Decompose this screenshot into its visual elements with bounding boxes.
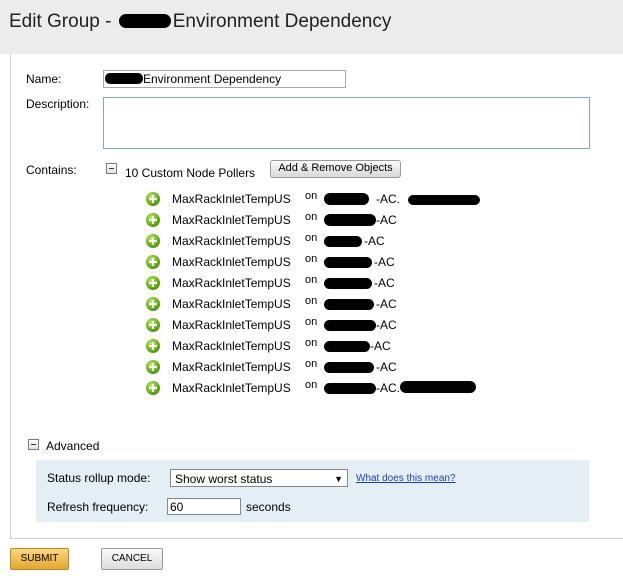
poller-node: -AC. bbox=[376, 192, 400, 206]
submit-button[interactable]: SUBMIT bbox=[10, 548, 69, 570]
page-title: Edit Group - Environment Dependency bbox=[9, 11, 391, 33]
redaction-mark bbox=[324, 236, 362, 247]
refresh-unit-label: seconds bbox=[246, 500, 291, 514]
status-rollup-value: Show worst status bbox=[175, 472, 273, 486]
advanced-collapse-icon[interactable] bbox=[28, 439, 39, 450]
poller-node: -AC bbox=[374, 255, 395, 269]
custom-node-poller-icon bbox=[146, 234, 160, 248]
refresh-frequency-input[interactable]: 60 bbox=[167, 498, 241, 515]
poller-name: MaxRackInletTempUS bbox=[172, 318, 291, 332]
contains-collapse-icon[interactable] bbox=[106, 163, 117, 174]
name-label: Name: bbox=[26, 72, 62, 86]
poller-name: MaxRackInletTempUS bbox=[172, 339, 291, 353]
redaction-mark bbox=[118, 13, 171, 28]
redaction-mark bbox=[324, 193, 369, 205]
contains-summary: 10 Custom Node Pollers bbox=[125, 166, 256, 180]
poller-name: MaxRackInletTempUS bbox=[172, 360, 291, 374]
redaction-mark bbox=[324, 214, 376, 226]
refresh-frequency-label: Refresh frequency: bbox=[47, 500, 149, 514]
custom-node-poller-icon bbox=[146, 381, 160, 395]
poller-on-label: on bbox=[305, 295, 318, 307]
description-textarea[interactable] bbox=[103, 97, 590, 149]
name-input[interactable]: Environment Dependency bbox=[103, 70, 346, 88]
status-rollup-select[interactable]: Show worst status ▼ bbox=[170, 469, 348, 487]
poller-node: -AC bbox=[376, 318, 397, 332]
poller-name: MaxRackInletTempUS bbox=[172, 255, 291, 269]
poller-name: MaxRackInletTempUS bbox=[172, 276, 291, 290]
custom-node-poller-icon bbox=[146, 318, 160, 332]
status-rollup-label: Status rollup mode: bbox=[47, 471, 151, 485]
poller-name: MaxRackInletTempUS bbox=[172, 234, 291, 248]
redaction-mark bbox=[408, 195, 480, 205]
custom-node-poller-icon bbox=[146, 339, 160, 353]
poller-node: -AC bbox=[376, 213, 397, 227]
page-title-prefix: Edit Group - bbox=[9, 11, 117, 32]
custom-node-poller-icon bbox=[146, 255, 160, 269]
redaction-mark bbox=[105, 73, 143, 85]
page-header: Edit Group - Environment Dependency bbox=[0, 0, 623, 54]
poller-node: -AC bbox=[370, 339, 391, 353]
poller-on-label: on bbox=[305, 253, 318, 265]
redaction-mark bbox=[324, 383, 376, 394]
description-label: Description: bbox=[26, 97, 90, 111]
poller-on-label: on bbox=[305, 358, 318, 370]
poller-on-label: on bbox=[305, 274, 318, 286]
poller-on-label: on bbox=[305, 316, 318, 328]
redaction-mark bbox=[324, 278, 372, 289]
poller-node: -AC bbox=[364, 234, 385, 248]
redaction-mark bbox=[324, 320, 376, 331]
poller-on-label: on bbox=[305, 211, 318, 223]
help-link[interactable]: What does this mean? bbox=[356, 473, 456, 484]
poller-node: -AC. bbox=[376, 381, 400, 395]
poller-node: -AC bbox=[374, 276, 395, 290]
poller-name: MaxRackInletTempUS bbox=[172, 381, 291, 395]
contains-label: Contains: bbox=[26, 163, 77, 177]
poller-on-label: on bbox=[305, 232, 318, 244]
poller-on-label: on bbox=[305, 190, 318, 202]
dropdown-arrow-icon: ▼ bbox=[334, 474, 343, 484]
poller-on-label: on bbox=[305, 379, 318, 391]
poller-name: MaxRackInletTempUS bbox=[172, 192, 291, 206]
custom-node-poller-icon bbox=[146, 192, 160, 206]
poller-node: -AC bbox=[376, 297, 397, 311]
advanced-toggle-label[interactable]: Advanced bbox=[46, 439, 99, 453]
page-title-suffix: Environment Dependency bbox=[172, 11, 392, 32]
poller-on-label: on bbox=[305, 337, 318, 349]
poller-node: -AC bbox=[376, 360, 397, 374]
cancel-button[interactable]: CANCEL bbox=[101, 548, 163, 570]
custom-node-poller-icon bbox=[146, 297, 160, 311]
poller-name: MaxRackInletTempUS bbox=[172, 213, 291, 227]
redaction-mark bbox=[324, 341, 370, 352]
name-input-value: Environment Dependency bbox=[143, 72, 282, 86]
redaction-mark bbox=[400, 381, 476, 393]
custom-node-poller-icon bbox=[146, 360, 160, 374]
poller-name: MaxRackInletTempUS bbox=[172, 297, 291, 311]
custom-node-poller-icon bbox=[146, 213, 160, 227]
redaction-mark bbox=[324, 299, 374, 310]
custom-node-poller-icon bbox=[146, 276, 160, 290]
add-remove-objects-button[interactable]: Add & Remove Objects bbox=[270, 160, 401, 178]
redaction-mark bbox=[324, 362, 374, 373]
redaction-mark bbox=[324, 257, 372, 268]
